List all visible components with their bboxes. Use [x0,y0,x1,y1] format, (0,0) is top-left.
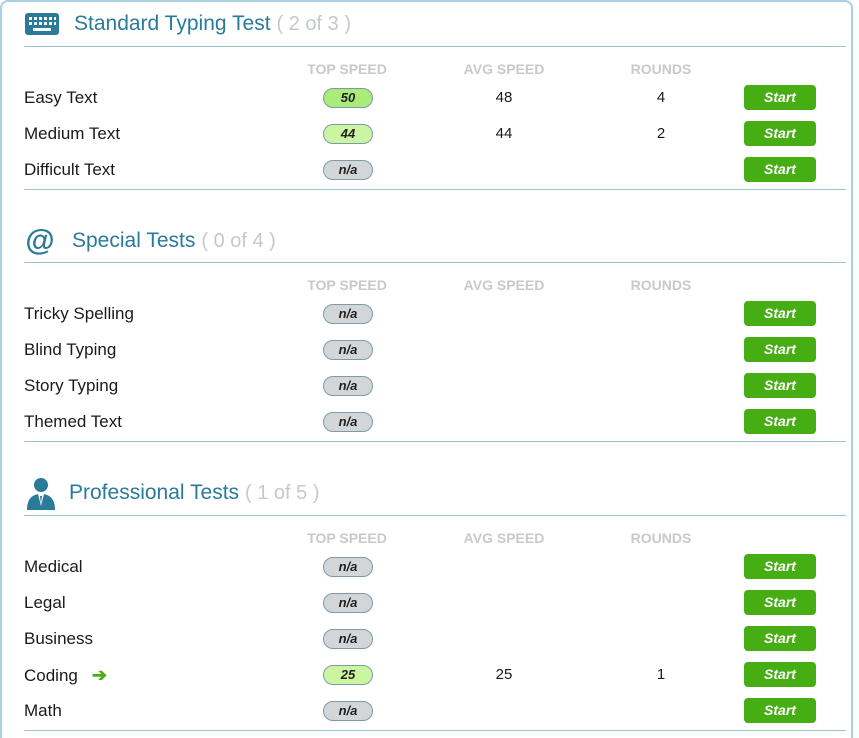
test-row: Legal n/a Start [24,585,846,621]
keyboard-icon [24,12,60,36]
test-label: Tricky Spelling [24,304,134,323]
divider [24,515,846,516]
rounds-value: 4 [656,89,666,106]
test-row: Tricky Spelling n/a Start [24,296,846,332]
divider [24,441,846,442]
avg-speed-value: 48 [495,89,513,106]
section-header: Professional Tests( 1 of 5 ) [24,473,320,513]
test-label: Business [24,629,93,648]
test-row: Themed Text n/a Start [24,404,846,440]
section-title: Standard Typing Test( 2 of 3 ) [74,12,352,35]
col-rounds: ROUNDS [630,61,692,77]
start-button[interactable]: Start [744,662,816,687]
test-label: Blind Typing [24,340,117,359]
divider [24,189,846,190]
start-button[interactable]: Start [744,590,816,615]
test-row: Difficult Text n/a Start [24,152,846,188]
test-row: Math n/a Start [24,693,846,729]
test-label: Easy Text [24,88,98,107]
start-button[interactable]: Start [744,157,816,182]
test-label: Themed Text [24,412,122,431]
top-speed-badge: n/a [323,340,373,360]
top-speed-badge: 50 [323,88,373,108]
top-speed-badge: n/a [323,629,373,649]
top-speed-badge: 44 [323,124,373,144]
test-label: Medical [24,557,83,576]
professional-person-icon [24,476,58,510]
top-speed-badge: n/a [323,160,373,180]
avg-speed-value: 25 [495,666,513,683]
divider [24,730,846,731]
test-label: Legal [24,593,66,612]
section-title: Professional Tests( 1 of 5 ) [69,481,320,504]
at-sign-icon: @ [25,224,55,257]
start-button[interactable]: Start [744,85,816,110]
rounds-value: 2 [656,125,666,142]
start-button[interactable]: Start [744,554,816,579]
start-button[interactable]: Start [744,409,816,434]
start-button[interactable]: Start [744,337,816,362]
test-label: Coding ➔ [24,665,107,685]
arrow-right-icon: ➔ [91,665,107,685]
rounds-value: 1 [656,666,666,683]
section-header: Standard Typing Test( 2 of 3 ) [24,4,351,44]
col-avg-speed: AVG SPEED [463,277,545,293]
test-label: Story Typing [24,376,119,395]
top-speed-badge: 25 [323,665,373,685]
section-header: @ Special Tests( 0 of 4 ) [24,221,276,261]
test-label: Math [24,701,62,720]
top-speed-badge: n/a [323,557,373,577]
start-button[interactable]: Start [744,121,816,146]
col-rounds: ROUNDS [630,277,692,293]
top-speed-badge: n/a [323,304,373,324]
col-top-speed: TOP SPEED [307,530,387,546]
top-speed-badge: n/a [323,701,373,721]
avg-speed-value: 44 [495,125,513,142]
divider [24,262,846,263]
test-row: Business n/a Start [24,621,846,657]
col-top-speed: TOP SPEED [307,277,387,293]
divider [24,46,846,47]
col-rounds: ROUNDS [630,530,692,546]
section-count: ( 0 of 4 ) [201,230,276,252]
start-button[interactable]: Start [744,698,816,723]
top-speed-badge: n/a [323,593,373,613]
test-row: Story Typing n/a Start [24,368,846,404]
top-speed-badge: n/a [323,412,373,432]
test-row: Medical n/a Start [24,549,846,585]
top-speed-badge: n/a [323,376,373,396]
test-label: Difficult Text [24,160,116,179]
test-label: Medium Text [24,124,121,143]
test-row: Easy Text 50 48 4 Start [24,80,846,116]
col-avg-speed: AVG SPEED [463,530,545,546]
start-button[interactable]: Start [744,373,816,398]
test-row: Medium Text 44 44 2 Start [24,116,846,152]
col-top-speed: TOP SPEED [307,61,387,77]
test-row: Coding ➔ 25 25 1 Start [24,657,846,693]
section-count: ( 2 of 3 ) [276,13,352,35]
section-title: Special Tests( 0 of 4 ) [72,229,276,252]
col-avg-speed: AVG SPEED [463,61,545,77]
start-button[interactable]: Start [744,626,816,651]
start-button[interactable]: Start [744,301,816,326]
section-count: ( 1 of 5 ) [245,482,320,504]
test-row: Blind Typing n/a Start [24,332,846,368]
